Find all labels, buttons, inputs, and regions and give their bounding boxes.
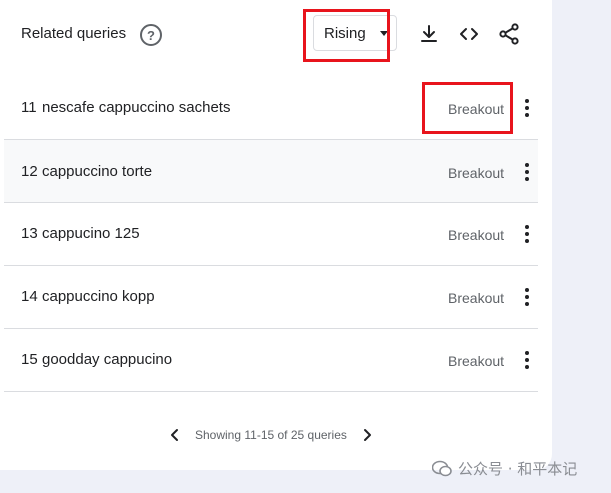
row-rank: 15 <box>21 351 38 368</box>
row-query[interactable]: nescafe cappuccino sachets <box>42 99 230 116</box>
row-query[interactable]: cappuccino kopp <box>42 288 155 305</box>
row-value: Breakout <box>448 165 505 181</box>
table-row[interactable]: 12 cappuccino torte Breakout <box>4 140 538 203</box>
card-title: Related queries <box>21 25 127 42</box>
card-header: Related queries ? Rising <box>0 0 552 70</box>
row-value: Breakout <box>448 227 505 243</box>
more-vert-icon[interactable] <box>523 163 531 183</box>
chevron-right-icon[interactable] <box>360 428 374 442</box>
row-rank: 14 <box>21 288 38 305</box>
more-vert-icon[interactable] <box>523 288 531 308</box>
table-row[interactable]: 15 goodday cappucino Breakout <box>4 329 538 392</box>
pagination-text: Showing 11-15 of 25 queries <box>195 428 347 442</box>
highlight-box-breakout <box>422 82 513 134</box>
share-icon[interactable] <box>497 22 521 46</box>
download-icon[interactable] <box>417 22 441 46</box>
highlight-box-filter <box>303 9 390 62</box>
row-query[interactable]: goodday cappucino <box>42 351 172 368</box>
row-rank: 12 <box>21 163 38 180</box>
row-query[interactable]: cappucino 125 <box>42 225 140 242</box>
chevron-left-icon[interactable] <box>168 428 182 442</box>
row-value: Breakout <box>448 353 505 369</box>
row-rank: 13 <box>21 225 38 242</box>
table-row[interactable]: 13 cappucino 125 Breakout <box>4 203 538 266</box>
more-vert-icon[interactable] <box>523 99 531 119</box>
help-icon[interactable]: ? <box>140 24 162 46</box>
embed-code-icon[interactable] <box>457 22 481 46</box>
pagination: Showing 11-15 of 25 queries <box>0 425 552 445</box>
related-queries-card: Related queries ? Rising 11 nescafe capp… <box>0 0 552 470</box>
more-vert-icon[interactable] <box>523 225 531 245</box>
watermark: 公众号 · 和平本记 <box>432 458 577 479</box>
row-value: Breakout <box>448 290 505 306</box>
row-rank: 11 <box>21 99 37 116</box>
wechat-icon <box>432 460 452 476</box>
table-row[interactable]: 14 cappuccino kopp Breakout <box>4 266 538 329</box>
more-vert-icon[interactable] <box>523 351 531 371</box>
row-query[interactable]: cappuccino torte <box>42 163 152 180</box>
watermark-text: 公众号 · 和平本记 <box>458 460 578 478</box>
